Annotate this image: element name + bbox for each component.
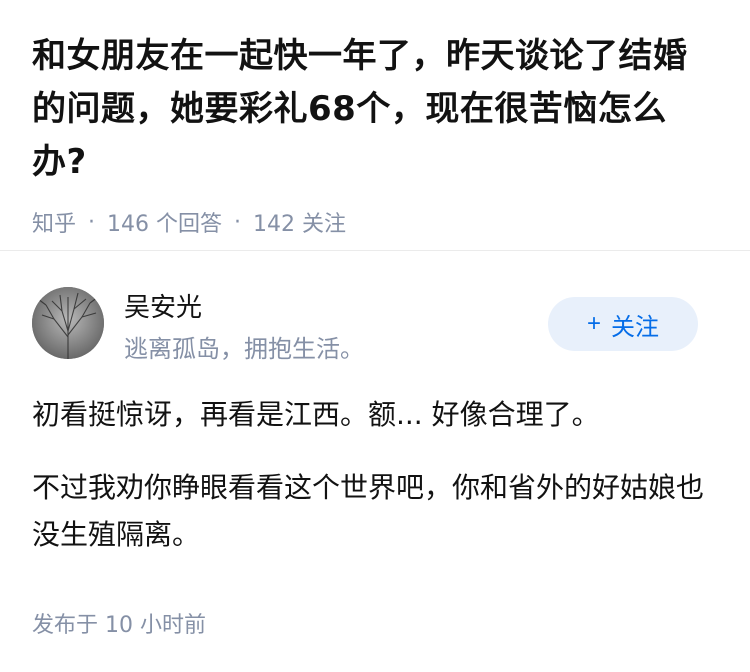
meta-separator: · <box>234 209 242 235</box>
author-bio: 逃离孤岛，拥抱生活。 <box>124 335 364 363</box>
avatar[interactable] <box>32 287 104 359</box>
answer-paragraph: 不过我劝你睁眼看看这个世界吧，你和省外的好姑娘也没生殖隔离。 <box>32 471 705 551</box>
question-title[interactable]: 和女朋友在一起快一年了，昨天谈论了结婚的问题，她要彩礼68个，现在很苦恼怎么办? <box>32 30 718 189</box>
answer-count[interactable]: 146 个回答 <box>107 206 222 238</box>
question-header: 和女朋友在一起快一年了，昨天谈论了结婚的问题，她要彩礼68个，现在很苦恼怎么办?… <box>0 0 750 237</box>
publish-time: 发布于 10 小时前 <box>32 613 206 638</box>
meta-separator: · <box>88 209 96 235</box>
plus-icon: + <box>586 310 601 337</box>
follow-count: 142 关注 <box>253 212 347 237</box>
source-label[interactable]: 知乎 <box>32 206 76 238</box>
answer-content[interactable]: 初看挺惊讶，再看是江西。额... 好像合理了。 不过我劝你睁眼看看这个世界吧，你… <box>0 391 750 558</box>
answer-paragraph: 初看挺惊讶，再看是江西。额... 好像合理了。 <box>32 398 600 431</box>
question-meta: 知乎 · 146 个回答 · 142 关注 <box>32 206 718 238</box>
author-name[interactable]: 吴安光 <box>124 287 202 324</box>
answer-card: 吴安光 逃离孤岛，拥抱生活。 + 关注 初看挺惊讶，再看是江西。额... 好像合… <box>0 251 750 638</box>
follow-button[interactable]: + 关注 <box>548 297 698 351</box>
author-row: 吴安光 逃离孤岛，拥抱生活。 + 关注 <box>0 251 750 381</box>
tree-avatar-icon <box>32 287 104 359</box>
follow-button-label: 关注 <box>611 313 659 341</box>
